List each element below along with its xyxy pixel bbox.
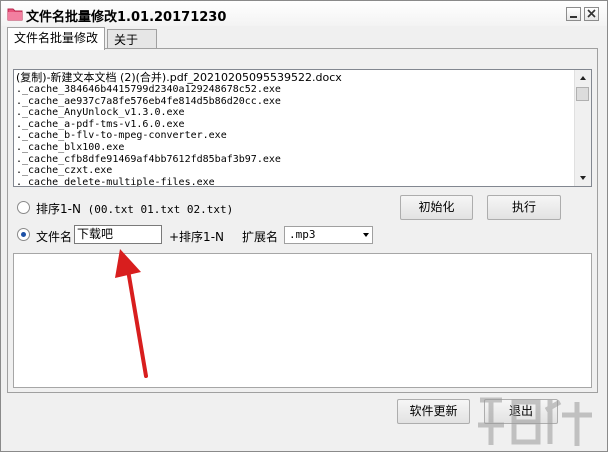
filename-label: 文件名 bbox=[36, 230, 73, 244]
sort-option-label: 排序1-N (00.txt 01.txt 02.txt) bbox=[36, 200, 233, 217]
tab-about[interactable]: 关于 bbox=[107, 29, 157, 49]
scroll-down-icon[interactable] bbox=[576, 171, 590, 185]
update-button[interactable]: 软件更新 bbox=[397, 399, 470, 424]
watermark-logo-icon bbox=[478, 397, 592, 446]
list-item[interactable]: ._cache_delete-multiple-files.exe bbox=[16, 177, 576, 186]
file-list-content: (复制)-新建文本文档 (2)(合并).pdf_2021020509553952… bbox=[16, 71, 576, 186]
scroll-thumb[interactable] bbox=[576, 87, 589, 101]
minimize-icon bbox=[570, 16, 577, 18]
close-icon bbox=[587, 9, 596, 18]
list-item[interactable]: ._cache_cfb8dfe91469af4bb7612fd85baf3b97… bbox=[16, 154, 576, 166]
close-button[interactable] bbox=[584, 7, 599, 21]
folder-icon bbox=[7, 8, 23, 21]
filename-radio[interactable] bbox=[17, 228, 30, 241]
init-button[interactable]: 初始化 bbox=[400, 195, 473, 220]
list-item[interactable]: ._cache_blx100.exe bbox=[16, 142, 576, 154]
title-bar: 文件名批量修改1.01.20171230 bbox=[1, 1, 607, 26]
file-list-scrollbar[interactable] bbox=[574, 70, 591, 186]
file-list[interactable]: (复制)-新建文本文档 (2)(合并).pdf_2021020509553952… bbox=[13, 69, 592, 187]
list-item[interactable]: ._cache_ae937c7a8fe576eb4fe814d5b86d20cc… bbox=[16, 96, 576, 108]
list-item[interactable]: ._cache_384646b4415799d2340a129248678c52… bbox=[16, 84, 576, 96]
sort-example: (00.txt 01.txt 02.txt) bbox=[80, 203, 234, 216]
list-item[interactable]: ._cache_AnyUnlock_v1.3.0.exe bbox=[16, 107, 576, 119]
scroll-up-icon[interactable] bbox=[576, 71, 590, 85]
list-item[interactable]: ._cache_b-flv-to-mpeg-converter.exe bbox=[16, 130, 576, 142]
sort-label: 排序1-N bbox=[36, 202, 81, 216]
list-item[interactable]: ._cache_a-pdf-tms-v1.6.0.exe bbox=[16, 119, 576, 131]
extension-select[interactable]: .mp3 bbox=[284, 226, 373, 244]
extension-label: 扩展名 bbox=[242, 230, 279, 244]
tab-rename[interactable]: 文件名批量修改 bbox=[7, 27, 105, 50]
output-area[interactable] bbox=[13, 253, 592, 388]
execute-button[interactable]: 执行 bbox=[487, 195, 561, 220]
extension-value: .mp3 bbox=[289, 228, 316, 241]
sequence-label: +排序1-N bbox=[169, 230, 224, 244]
window-title: 文件名批量修改1.01.20171230 bbox=[26, 10, 227, 25]
list-item[interactable]: ._cache_czxt.exe bbox=[16, 165, 576, 177]
filename-input[interactable]: 下载吧 bbox=[74, 225, 162, 244]
list-item[interactable]: (复制)-新建文本文档 (2)(合并).pdf_2021020509553952… bbox=[16, 71, 576, 84]
sort-radio[interactable] bbox=[17, 201, 30, 214]
minimize-button[interactable] bbox=[566, 7, 581, 21]
chevron-down-icon bbox=[363, 233, 369, 237]
